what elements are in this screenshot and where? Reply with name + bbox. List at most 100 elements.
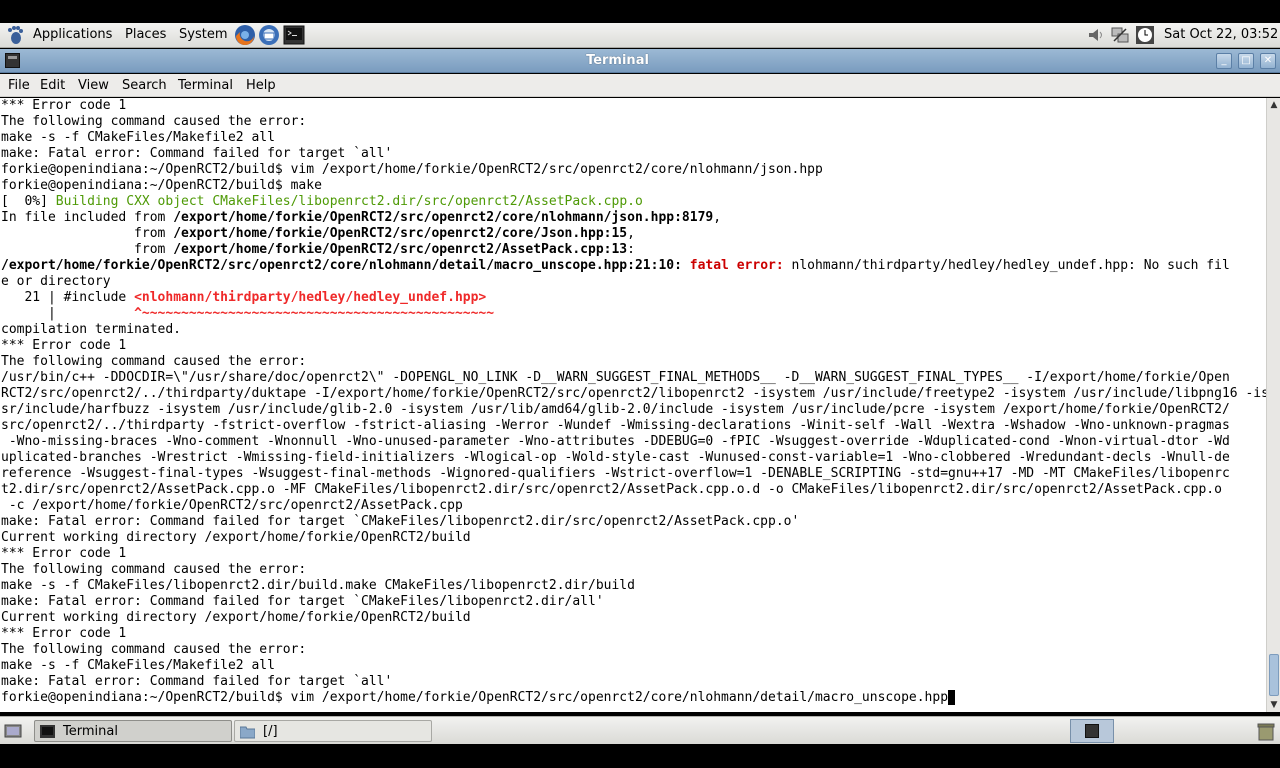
terminal-segment: , (627, 226, 635, 241)
terminal-line: t2.dir/src/openrct2/AssetPack.cpp.o -MF … (1, 482, 1266, 498)
workspace-window-icon (1085, 724, 1099, 738)
terminal-segment: ^~~~~~~~~~~~~~~~~~~~~~~~~~~~~~~~~~~~~~~~… (134, 306, 495, 321)
terminal-line: -Wno-missing-braces -Wno-comment -Wnonnu… (1, 434, 1266, 450)
close-button[interactable]: ✕ (1260, 53, 1276, 69)
terminal-menubar: File Edit View Search Terminal Help (0, 74, 1280, 97)
terminal-scrollbar[interactable]: ▲ ▼ (1266, 98, 1280, 712)
terminal-launcher-icon[interactable] (283, 24, 305, 46)
terminal-segment (682, 258, 690, 273)
terminal-segment: /export/home/forkie/OpenRCT2/src/openrct… (173, 242, 628, 257)
terminal-segment: make -s -f CMakeFiles/libopenrct2.dir/bu… (1, 578, 635, 593)
terminal-segment: : (627, 242, 635, 257)
taskbar-item-terminal[interactable]: Terminal (34, 720, 232, 742)
system-menu[interactable]: System (179, 27, 227, 42)
panel-clock[interactable]: Sat Oct 22, 03:52 (1164, 27, 1278, 42)
terminal-line: *** Error code 1 (1, 626, 1266, 642)
terminal-line: The following command caused the error: (1, 642, 1266, 658)
terminal-line: from /export/home/forkie/OpenRCT2/src/op… (1, 242, 1266, 258)
window-titlebar[interactable]: Terminal _ □ ✕ (0, 49, 1280, 73)
scroll-up-arrow-icon[interactable]: ▲ (1267, 98, 1280, 112)
terminal-line: uplicated-branches -Wrestrict -Wmissing-… (1, 450, 1266, 466)
terminal-segment: *** Error code 1 (1, 98, 127, 113)
terminal-segment: In file included from (1, 210, 174, 225)
terminal-segment: | (1, 306, 135, 321)
terminal-segment: from (1, 226, 174, 241)
terminal-line: | ^~~~~~~~~~~~~~~~~~~~~~~~~~~~~~~~~~~~~~… (1, 306, 1266, 322)
terminal-segment: from (1, 242, 174, 257)
menu-edit[interactable]: Edit (40, 78, 65, 93)
taskbar-item-label: Terminal (63, 724, 118, 739)
terminal-line: *** Error code 1 (1, 98, 1266, 114)
terminal-segment: forkie@openindiana:~/OpenRCT2/build$ mak… (1, 178, 322, 193)
thunderbird-launcher-icon[interactable] (258, 24, 280, 46)
terminal-segment: reference -Wsuggest-final-types -Wsugges… (1, 466, 1230, 481)
terminal-segment: make: Fatal error: Command failed for ta… (1, 594, 604, 609)
scrollbar-thumb[interactable] (1269, 654, 1279, 696)
terminal-segment: -Wno-missing-braces -Wno-comment -Wnonnu… (1, 434, 1230, 449)
terminal-segment: uplicated-branches -Wrestrict -Wmissing-… (1, 450, 1230, 465)
terminal-text: *** Error code 1 The following command ca… (1, 98, 1266, 706)
network-icon[interactable] (1110, 25, 1130, 45)
terminal-line: Current working directory /export/home/f… (1, 530, 1266, 546)
terminal-line: compilation terminated. (1, 322, 1266, 338)
terminal-segment: [ 0%] (1, 194, 56, 209)
menu-search[interactable]: Search (122, 78, 167, 93)
terminal-segment: , (713, 210, 722, 225)
terminal-segment: *** Error code 1 (1, 338, 127, 353)
terminal-line: sr/include/harfbuzz -isystem /usr/includ… (1, 402, 1266, 418)
terminal-line: In file included from /export/home/forki… (1, 210, 1266, 226)
scroll-down-arrow-icon[interactable]: ▼ (1267, 698, 1280, 712)
trash-icon[interactable] (1256, 721, 1276, 741)
close-icon: ✕ (1263, 55, 1273, 66)
taskbar-item-folder[interactable]: [/] (234, 720, 432, 742)
terminal-segment: Building CXX object CMakeFiles/libopenrc… (55, 194, 643, 209)
menu-view[interactable]: View (78, 78, 109, 93)
terminal-line: 21 | #include <nlohmann/thirdparty/hedle… (1, 290, 1266, 306)
folder-icon (240, 726, 255, 739)
top-panel: Applications Places System Sat Oct 22, 0… (0, 23, 1280, 48)
terminal-output[interactable]: *** Error code 1 The following command ca… (0, 98, 1266, 712)
terminal-line: make: Fatal error: Command failed for ta… (1, 146, 1266, 162)
terminal-line: make -s -f CMakeFiles/Makefile2 all (1, 658, 1266, 674)
terminal-segment: <nlohmann/thirdparty/hedley/hedley_undef… (134, 290, 487, 305)
terminal-segment: make: Fatal error: Command failed for ta… (1, 674, 393, 689)
terminal-line: The following command caused the error: (1, 354, 1266, 370)
terminal-line: make -s -f CMakeFiles/libopenrct2.dir/bu… (1, 578, 1266, 594)
gnome-foot-icon[interactable] (5, 25, 25, 45)
taskbar-item-label: [/] (263, 724, 278, 739)
clock-icon[interactable] (1135, 25, 1155, 45)
terminal-line: -c /export/home/forkie/OpenRCT2/src/open… (1, 498, 1266, 514)
show-desktop-icon[interactable] (4, 722, 22, 740)
firefox-launcher-icon[interactable] (234, 24, 256, 46)
volume-icon[interactable] (1086, 25, 1106, 45)
terminal-line: *** Error code 1 (1, 338, 1266, 354)
terminal-line: The following command caused the error: (1, 562, 1266, 578)
places-menu[interactable]: Places (125, 27, 166, 42)
terminal-segment: The following command caused the error: (1, 562, 307, 577)
menu-help[interactable]: Help (246, 78, 276, 93)
terminal-segment: make -s -f CMakeFiles/Makefile2 all (1, 658, 275, 673)
terminal-segment: /usr/bin/c++ -DDOCDIR=\"/usr/share/doc/o… (1, 370, 1230, 385)
terminal-segment: forkie@openindiana:~/OpenRCT2/build$ vim… (1, 690, 949, 705)
terminal-line: *** Error code 1 (1, 546, 1266, 562)
terminal-line: forkie@openindiana:~/OpenRCT2/build$ mak… (1, 178, 1266, 194)
screen-bottom-border (0, 745, 1280, 768)
bottom-panel: Terminal [/] (0, 716, 1280, 744)
menu-file[interactable]: File (8, 78, 30, 93)
terminal-line: /usr/bin/c++ -DDOCDIR=\"/usr/share/doc/o… (1, 370, 1266, 386)
terminal-line: make: Fatal error: Command failed for ta… (1, 514, 1266, 530)
terminal-line: from /export/home/forkie/OpenRCT2/src/op… (1, 226, 1266, 242)
text-cursor (948, 690, 956, 705)
applications-menu[interactable]: Applications (33, 27, 112, 42)
terminal-segment: -c /export/home/forkie/OpenRCT2/src/open… (1, 498, 463, 513)
terminal-line: /export/home/forkie/OpenRCT2/src/openrct… (1, 258, 1266, 274)
minimize-button[interactable]: _ (1216, 53, 1232, 69)
terminal-segment: The following command caused the error: (1, 354, 307, 369)
terminal-line: e or directory (1, 274, 1266, 290)
workspace-switcher[interactable] (1070, 719, 1114, 743)
maximize-button[interactable]: □ (1238, 53, 1254, 69)
terminal-segment: nlohmann/thirdparty/hedley/hedley_undef.… (783, 258, 1230, 273)
terminal-segment: sr/include/harfbuzz -isystem /usr/includ… (1, 402, 1230, 417)
menu-terminal[interactable]: Terminal (178, 78, 233, 93)
terminal-segment: t2.dir/src/openrct2/AssetPack.cpp.o -MF … (1, 482, 1222, 497)
